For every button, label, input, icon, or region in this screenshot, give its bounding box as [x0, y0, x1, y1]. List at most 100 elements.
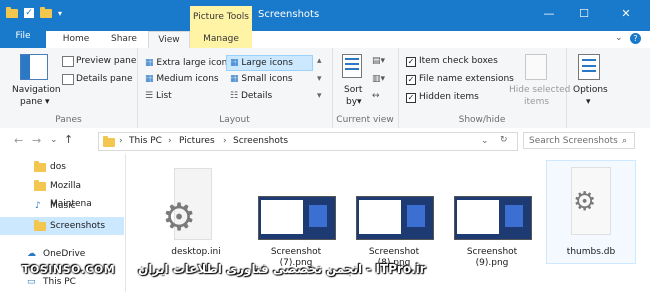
medium-icons-label: Medium icons: [156, 74, 219, 84]
hide-selected-items-button[interactable]: Hide selected: [509, 85, 570, 95]
large-icons-option[interactable]: ▦ Large icons: [230, 58, 293, 68]
show-hide-group-label: Show/hide: [458, 115, 506, 125]
refresh-icon[interactable]: ↻: [500, 135, 508, 145]
tab-home[interactable]: Home: [54, 31, 98, 48]
properties-icon[interactable]: ✓: [24, 8, 34, 18]
current-view-group: Sort by ▾ ▤▾ ▥▾ ↔ Current view: [332, 48, 399, 128]
sort-by-button-line2[interactable]: by: [346, 97, 357, 107]
layout-group-label: Layout: [219, 115, 250, 125]
nav-item-music[interactable]: ♪ Music: [0, 197, 124, 215]
music-folder-icon: ♪: [35, 201, 41, 211]
options-icon[interactable]: [578, 54, 600, 80]
close-button[interactable]: ✕: [612, 4, 640, 24]
details-label: Details: [240, 91, 273, 101]
file-name: Screenshot: [466, 247, 518, 257]
chevron-down-icon: ▾: [45, 97, 50, 107]
layout-scroll-up-icon[interactable]: ▴: [317, 56, 322, 66]
breadcrumb-separator-icon[interactable]: ›: [119, 136, 123, 146]
address-bar[interactable]: › This PC › Pictures › Screenshots ⌄ ↻: [98, 132, 518, 151]
address-folder-icon: [103, 136, 115, 147]
small-icons-icon: ▦: [230, 74, 239, 84]
layout-scroll-down-icon[interactable]: ▾: [317, 74, 322, 84]
file-name-extensions-checkbox[interactable]: ✓: [406, 75, 416, 85]
options-button[interactable]: Options: [573, 85, 608, 95]
search-icon: ⌕: [622, 136, 628, 146]
tab-share[interactable]: Share: [102, 31, 146, 48]
small-icons-option[interactable]: ▦ Small icons: [230, 74, 293, 84]
recent-locations-icon[interactable]: ⌄: [50, 135, 58, 145]
search-input[interactable]: Search Screenshots: [523, 132, 635, 149]
file-name: Screenshot: [270, 247, 322, 257]
extra-large-icons-option[interactable]: ▦ Extra large icons: [145, 58, 232, 68]
details-pane-button[interactable]: Details pane: [76, 74, 133, 84]
options-chevron-down-icon: ▾: [586, 97, 591, 107]
up-arrow-icon[interactable]: ↑: [64, 133, 73, 146]
tab-file[interactable]: File: [0, 31, 46, 48]
navigation-bar: ← → ⌄ ↑ › This PC › Pictures › Screensho…: [0, 128, 650, 154]
breadcrumb-separator-icon[interactable]: ›: [223, 136, 227, 146]
hidden-items-label: Hidden items: [419, 92, 479, 102]
medium-icons-option[interactable]: ▦ Medium icons: [145, 74, 219, 84]
file-name: desktop.ini: [171, 247, 221, 257]
details-option[interactable]: ☷ Details: [230, 91, 272, 101]
nav-item-label: Music: [50, 201, 76, 211]
nav-item-label: OneDrive: [43, 249, 86, 259]
tab-manage[interactable]: Manage: [190, 31, 252, 48]
forward-arrow-icon[interactable]: →: [32, 134, 41, 147]
file-item-thumbs-db[interactable]: ⚙ thumbs.db: [546, 160, 636, 264]
breadcrumb-pictures[interactable]: Pictures: [179, 136, 215, 146]
file-name: thumbs.db: [566, 247, 616, 257]
navigation-pane-icon[interactable]: [20, 54, 48, 80]
nav-item-onedrive[interactable]: ☁ OneDrive: [0, 245, 124, 263]
sort-by-icon[interactable]: [342, 54, 362, 78]
preview-pane-icon: [62, 56, 74, 67]
breadcrumb-this-pc[interactable]: This PC: [129, 136, 162, 146]
hide-selected-icon: [525, 54, 547, 80]
panes-group: Navigation pane ▾ Preview pane Details p…: [0, 48, 138, 128]
current-view-group-label: Current view: [336, 115, 394, 125]
ribbon-tab-bar: File Home Share View Manage ⌄ ?: [0, 31, 650, 49]
gear-icon: ⚙: [162, 195, 197, 239]
size-columns-icon[interactable]: ↔: [372, 91, 380, 101]
nav-item-dos[interactable]: dos: [0, 158, 124, 176]
address-dropdown-icon[interactable]: ⌄: [481, 136, 489, 146]
layout-expand-icon[interactable]: ▾: [317, 91, 322, 101]
new-folder-icon[interactable]: [40, 6, 52, 18]
breadcrumb-screenshots[interactable]: Screenshots: [233, 136, 288, 146]
help-icon[interactable]: ?: [630, 33, 641, 44]
watermark-right: انجمن تخصصی فناوری اطلاعات ایران - ITPro…: [138, 262, 426, 276]
window-title: Screenshots: [258, 9, 320, 20]
breadcrumb-separator-icon[interactable]: ›: [168, 136, 172, 146]
tab-view[interactable]: View: [148, 31, 190, 49]
large-icons-icon: ▦: [230, 58, 239, 68]
folder-icon[interactable]: [6, 6, 18, 18]
watermark-left: TOSINSO.COM: [22, 263, 116, 276]
sort-chevron-down-icon: ▾: [357, 97, 362, 107]
minimize-button[interactable]: —: [535, 4, 563, 24]
preview-pane-button[interactable]: Preview pane: [76, 56, 136, 66]
item-checkboxes-checkbox[interactable]: ✓: [406, 57, 416, 67]
screenshot-thumbnail: [258, 196, 336, 240]
hide-selected-items-button-line2[interactable]: items: [524, 97, 549, 107]
nav-item-mozilla[interactable]: Mozilla Maintena: [0, 177, 124, 209]
navigation-pane-button-line2[interactable]: pane: [20, 97, 42, 107]
nav-item-screenshots[interactable]: Screenshots: [0, 217, 124, 235]
sort-by-button[interactable]: Sort: [344, 85, 362, 95]
maximize-button[interactable]: ☐: [570, 4, 598, 24]
gears-icon: ⚙: [573, 187, 597, 217]
navigation-pane-button[interactable]: Navigation: [12, 85, 61, 95]
small-icons-label: Small icons: [241, 74, 293, 84]
expand-ribbon-icon[interactable]: ⌄: [615, 33, 623, 43]
screenshot-thumbnail: [454, 196, 532, 240]
list-icon: ☰: [145, 91, 154, 101]
group-by-icon[interactable]: ▤▾: [372, 56, 385, 66]
extra-large-icons-label: Extra large icons: [156, 58, 233, 68]
list-option[interactable]: ☰ List: [145, 91, 172, 101]
folder-icon: [34, 161, 46, 172]
hidden-items-checkbox[interactable]: ✓: [406, 93, 416, 103]
screenshot-thumbnail: [356, 196, 434, 240]
item-checkboxes-label: Item check boxes: [419, 56, 498, 66]
customize-toolbar-icon[interactable]: ▾: [58, 9, 62, 18]
add-columns-icon[interactable]: ▥▾: [372, 74, 385, 84]
back-arrow-icon[interactable]: ←: [14, 134, 23, 147]
